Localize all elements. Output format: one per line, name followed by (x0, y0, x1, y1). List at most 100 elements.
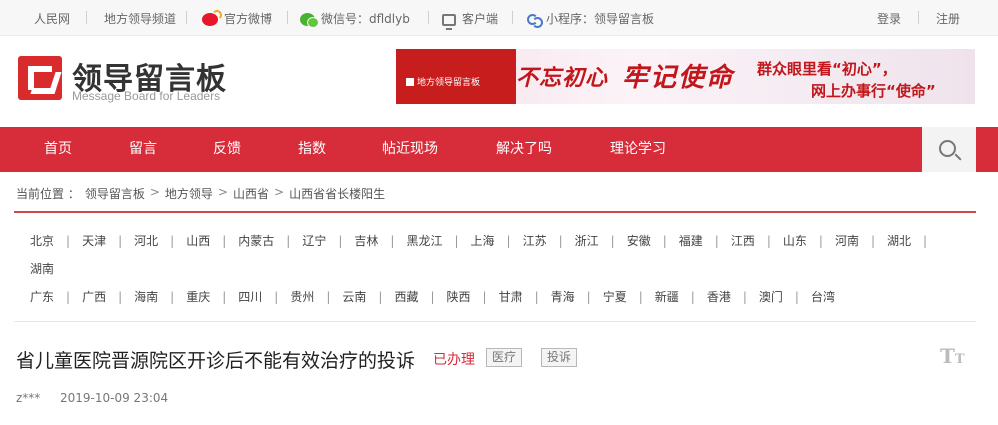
province-separator: | (638, 290, 643, 304)
province-link[interactable]: 新疆 (655, 288, 679, 305)
province-separator: | (742, 290, 747, 304)
province-link[interactable]: 广东 (30, 288, 54, 305)
province-link[interactable]: 湖北 (887, 232, 911, 249)
province-row: 湖南 (30, 260, 54, 277)
leader-channel-link[interactable]: 地方领导频道 (104, 10, 176, 27)
font-size-toggle[interactable]: TT (940, 344, 965, 368)
province-link[interactable]: 重庆 (186, 288, 210, 305)
post-date: 2019-10-09 23:04 (60, 391, 169, 405)
logo-icon[interactable] (18, 56, 62, 100)
province-link[interactable]: 吉林 (354, 232, 378, 249)
topbar-divider (428, 11, 429, 24)
province-link[interactable]: 香港 (707, 288, 731, 305)
province-link[interactable]: 青海 (551, 288, 575, 305)
province-link[interactable]: 黑龙江 (406, 232, 442, 249)
province-separator: | (870, 234, 875, 248)
province-separator: | (286, 234, 291, 248)
header-banner[interactable]: 地方领导留言板 不忘初心 牢记使命 群众眼里看“初心”， 网上办事行“使命” (396, 49, 975, 104)
weibo-icon (202, 10, 222, 26)
province-link[interactable]: 宁夏 (603, 288, 627, 305)
province-link[interactable]: 海南 (134, 288, 158, 305)
province-link[interactable]: 天津 (82, 232, 106, 249)
breadcrumb-separator: > (149, 185, 160, 199)
wechat-icon (300, 13, 319, 28)
login-link[interactable]: 登录 (877, 10, 901, 27)
breadcrumb-item[interactable]: 山西省省长楼阳生 (289, 185, 385, 202)
banner-logo-block: 地方领导留言板 (396, 49, 516, 104)
province-separator: | (430, 290, 435, 304)
people-net-link[interactable]: 人民网 (34, 10, 70, 27)
mini-program-link[interactable]: 小程序：领导留言板 (526, 10, 655, 28)
author-name: z*** (16, 391, 41, 405)
client-link[interactable]: 客户端 (442, 10, 499, 30)
province-separator: | (66, 290, 71, 304)
province-link[interactable]: 内蒙古 (238, 232, 274, 249)
banner-line-1: 群众眼里看“初心”， (757, 60, 897, 78)
top-utility-bar: 人民网 地方领导频道 官方微博 微信号：dfldlyb 客户端 小程序：领导留言… (0, 0, 998, 36)
breadcrumb-item[interactable]: 山西省 (233, 185, 269, 202)
breadcrumb-label: 当前位置 ： (16, 187, 80, 201)
banner-logo-text: 地方领导留言板 (406, 75, 480, 88)
province-link[interactable]: 四川 (238, 288, 262, 305)
nav-item-index[interactable]: 指数 (298, 127, 326, 172)
province-row: 北京 | 天津 | 河北 | 山西 | 内蒙古 | 辽宁 | 吉林 | 黑龙江 | 上海 | 江苏 | 浙江 | 安徽 | 福建… (30, 232, 939, 249)
topbar-divider (186, 11, 187, 24)
province-link[interactable]: 福建 (679, 232, 703, 249)
client-label: 客户端 (462, 12, 499, 26)
province-link[interactable]: 云南 (342, 288, 366, 305)
nav-item-onsite[interactable]: 帖近现场 (382, 127, 438, 172)
breadcrumb-item[interactable]: 地方领导 (165, 185, 213, 202)
province-link[interactable]: 安徽 (627, 232, 651, 249)
province-link[interactable]: 贵州 (290, 288, 314, 305)
topbar-divider (287, 11, 288, 24)
province-link[interactable]: 陕西 (447, 288, 471, 305)
province-separator: | (714, 234, 719, 248)
province-link[interactable]: 河南 (835, 232, 859, 249)
province-link[interactable]: 江西 (731, 232, 755, 249)
nav-item-message[interactable]: 留言 (129, 127, 157, 172)
province-link[interactable]: 湖南 (30, 260, 54, 277)
province-separator: | (170, 290, 175, 304)
province-link[interactable]: 上海 (471, 232, 495, 249)
province-link[interactable]: 浙江 (575, 232, 599, 249)
tag-medical[interactable]: 医疗 (486, 348, 523, 367)
mini-program-label: 小程序：领导留言板 (546, 12, 655, 26)
nav-item-home[interactable]: 首页 (44, 127, 72, 172)
status-badge: 已办理 (433, 352, 475, 368)
province-link[interactable]: 辽宁 (302, 232, 326, 249)
province-separator: | (170, 234, 175, 248)
banner-calligraphy-1: 不忘初心 (516, 65, 609, 91)
province-link[interactable]: 河北 (134, 232, 158, 249)
font-toggle-small: T (954, 352, 965, 367)
province-link[interactable]: 江苏 (523, 232, 547, 249)
search-button[interactable] (922, 127, 976, 172)
breadcrumb-item[interactable]: 领导留言板 (85, 185, 145, 202)
province-link[interactable]: 山西 (186, 232, 210, 249)
nav-item-solved[interactable]: 解决了吗 (496, 127, 552, 172)
province-link[interactable]: 广西 (82, 288, 106, 305)
banner-calligraphy-2: 牢记使命 (622, 63, 735, 93)
article-title: 省儿童医院晋源院区开诊后不能有效治疗的投诉 (16, 350, 416, 372)
tag-complaint[interactable]: 投诉 (541, 348, 578, 367)
province-link[interactable]: 澳门 (759, 288, 783, 305)
search-icon (939, 140, 956, 157)
province-separator: | (794, 290, 799, 304)
nav-item-feedback[interactable]: 反馈 (213, 127, 241, 172)
weibo-link[interactable]: 官方微博 (202, 10, 272, 27)
province-link[interactable]: 甘肃 (499, 288, 523, 305)
province-link[interactable]: 北京 (30, 232, 54, 249)
province-separator: | (222, 290, 227, 304)
mini-program-icon (526, 12, 543, 28)
province-link[interactable]: 西藏 (394, 288, 418, 305)
logo-subtitle: Message Board for Leaders (72, 89, 221, 103)
province-separator: | (378, 290, 383, 304)
province-separator: | (923, 234, 928, 248)
province-divider (14, 321, 976, 322)
province-separator: | (558, 234, 563, 248)
province-link[interactable]: 山东 (783, 232, 807, 249)
register-link[interactable]: 注册 (936, 10, 960, 27)
nav-item-theory[interactable]: 理论学习 (610, 127, 666, 172)
province-separator: | (506, 234, 511, 248)
province-link[interactable]: 台湾 (811, 288, 835, 305)
wechat-link[interactable]: 微信号：dfldlyb (300, 10, 410, 28)
